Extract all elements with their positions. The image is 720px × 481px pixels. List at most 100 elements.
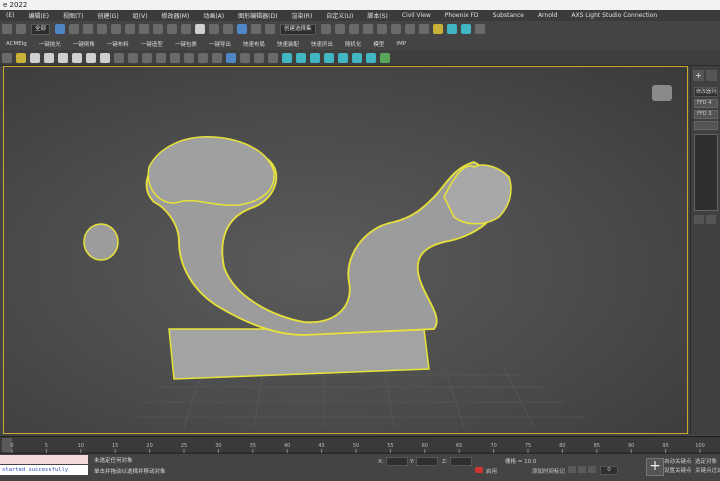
plugin-label[interactable]: ACMElg (0, 41, 33, 47)
one-click-wrap-button[interactable]: 一键包裹 (169, 40, 203, 48)
maxscript-listener-input[interactable] (0, 455, 88, 464)
menu-item-customize[interactable]: 自定义(U) (320, 11, 361, 20)
material-editor-icon[interactable] (404, 24, 415, 34)
vertex-icon[interactable] (282, 52, 292, 63)
dropdown-arrow-icon[interactable] (2, 52, 12, 63)
edit-poly-icon[interactable] (268, 52, 278, 63)
modifier-stack-list[interactable] (694, 134, 718, 211)
menu-item-view[interactable]: 视图(T) (57, 11, 91, 20)
show-end-result-icon[interactable] (706, 215, 716, 224)
one-click-export-button[interactable]: 一键导出 (203, 40, 237, 48)
set-key-button[interactable]: 设置关键点 (664, 466, 692, 474)
camera-icon[interactable] (212, 52, 222, 63)
menu-item-animation[interactable]: 动画(A) (197, 11, 232, 20)
one-click-polish-button[interactable]: 一键抛光 (33, 40, 67, 48)
pivot-center-icon[interactable] (181, 24, 192, 34)
current-frame-field[interactable]: 0 (600, 466, 618, 475)
menu-item-graph-editors[interactable]: 图形编辑器(D) (232, 11, 285, 20)
viewcube-icon[interactable] (652, 85, 672, 101)
menu-item-civil-view[interactable]: Civil View (396, 12, 439, 19)
text-shape-icon[interactable] (184, 52, 194, 63)
auto-key-button[interactable]: 自动关键点 (664, 457, 692, 465)
randomize-button[interactable]: 随机化 (339, 40, 368, 48)
perspective-viewport[interactable] (3, 66, 688, 434)
move-icon[interactable] (111, 24, 122, 34)
previous-frame-icon[interactable] (578, 466, 586, 473)
model-button[interactable]: 模型 (367, 40, 390, 48)
x-coordinate-field[interactable] (385, 457, 408, 466)
quick-extrude-button[interactable]: 快速挤出 (305, 40, 339, 48)
select-manipulate-icon[interactable] (195, 24, 206, 34)
menu-item-edit[interactable]: 编辑(E) (22, 11, 56, 20)
modifier-button[interactable] (694, 121, 718, 130)
menu-item-substance[interactable]: Substance (487, 12, 532, 19)
box-icon[interactable] (30, 52, 40, 63)
border-icon[interactable] (310, 52, 320, 63)
pyramid-icon[interactable] (128, 52, 138, 63)
menu-item-modifiers[interactable]: 修改器(M) (155, 11, 197, 20)
key-filters-button[interactable]: 关键点过滤器 (695, 466, 720, 474)
scale-icon[interactable] (139, 24, 150, 34)
spline-icon[interactable] (170, 52, 180, 63)
layer-explorer-icon[interactable] (348, 24, 359, 34)
snaps-toggle-icon[interactable] (223, 24, 234, 34)
add-key-button[interactable]: + (646, 458, 664, 476)
imp-button[interactable]: IMP (390, 41, 412, 47)
ribbon-icon[interactable] (362, 24, 373, 34)
undo-icon[interactable] (2, 24, 12, 34)
menu-item-arnold[interactable]: Arnold (532, 12, 565, 19)
pin-stack-icon[interactable] (694, 215, 704, 224)
menu-item-phoenix-fd[interactable]: Phoenix FD (439, 12, 487, 19)
modifier-list-dropdown[interactable]: 修改器列表 (694, 87, 718, 97)
menu-item-axs-light-studio[interactable]: AXS Light Studio Connection (565, 12, 665, 19)
render-activeshade-icon[interactable] (474, 24, 485, 34)
ffd4-button[interactable]: FFD 4 (694, 99, 718, 108)
quick-layout-button[interactable]: 快速布局 (237, 40, 271, 48)
ffd3-button[interactable]: FFD 3 (694, 110, 718, 119)
menu-item-group[interactable]: 组(V) (127, 11, 156, 20)
one-click-chamfer-button[interactable]: 一键倒角 (67, 40, 101, 48)
menu-item-create[interactable]: 创建(G) (91, 11, 126, 20)
render-production-icon[interactable] (446, 24, 457, 34)
quick-assemble-button[interactable]: 快速装配 (271, 40, 305, 48)
geosphere-icon[interactable] (156, 52, 166, 63)
window-crossing-icon[interactable] (97, 24, 108, 34)
turbosmooth-icon[interactable] (366, 52, 376, 63)
sphere-icon[interactable] (44, 52, 54, 63)
select-object-icon[interactable] (55, 24, 66, 34)
render-iterative-icon[interactable] (460, 24, 471, 34)
uvw-map-icon[interactable] (380, 52, 390, 63)
rotate-icon[interactable] (125, 24, 136, 34)
y-coordinate-field[interactable] (416, 457, 439, 466)
torus-icon[interactable] (86, 52, 96, 63)
render-setup-icon[interactable] (418, 24, 429, 34)
enabled-label[interactable]: 启用 (486, 467, 497, 475)
reference-coordinate-icon[interactable] (167, 24, 178, 34)
one-click-shape-button[interactable]: 一键造型 (135, 40, 169, 48)
angle-snap-icon[interactable] (237, 24, 248, 34)
cone-icon[interactable] (72, 52, 82, 63)
align-icon[interactable] (334, 24, 345, 34)
plane-icon[interactable] (114, 52, 124, 63)
selection-filter-dropdown[interactable]: 全部 (31, 23, 51, 35)
spinner-snap-icon[interactable] (265, 24, 276, 34)
schematic-view-icon[interactable] (390, 24, 401, 34)
folder-icon[interactable] (16, 52, 26, 63)
rendered-frame-icon[interactable] (432, 24, 443, 34)
rectangular-selection-icon[interactable] (83, 24, 94, 34)
placement-icon[interactable] (153, 24, 164, 34)
add-time-tag-button[interactable]: 添加时间标记 (532, 467, 565, 475)
texture-icon[interactable] (240, 52, 250, 63)
menu-item-rendering[interactable]: 渲染(R) (285, 11, 320, 20)
element-icon[interactable] (338, 52, 348, 63)
symmetry-icon[interactable] (352, 52, 362, 63)
time-slider[interactable]: 0 5 10 15 20 25 30 35 40 45 50 55 60 65 70 75 80 85 90 95 10… (0, 436, 720, 454)
create-tab[interactable]: + (693, 70, 704, 81)
named-selection-set-dropdown[interactable]: 创建选择集 (280, 23, 316, 35)
record-key-icon[interactable] (475, 467, 483, 473)
selected-object-dropdown[interactable]: 选定对象 (695, 457, 717, 465)
modify-tab[interactable] (706, 70, 717, 81)
modifier-icon[interactable] (254, 52, 264, 63)
cylinder-icon[interactable] (58, 52, 68, 63)
menu-item[interactable]: (E) (0, 12, 22, 19)
